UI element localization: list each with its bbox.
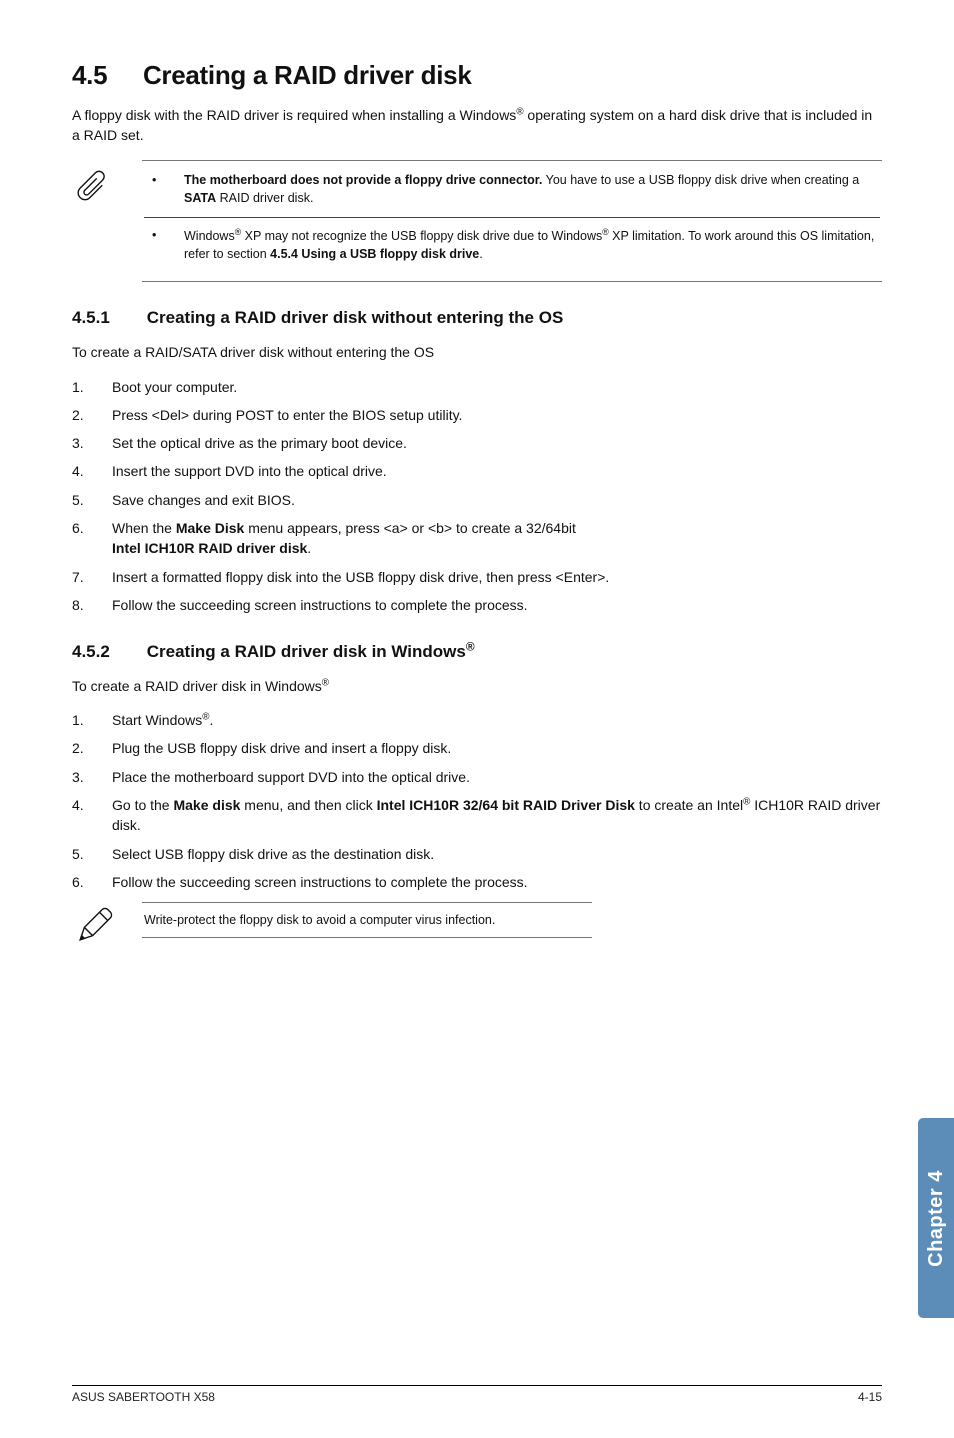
note-bullet-2: • Windows® XP may not recognize the USB … (144, 226, 880, 263)
section-number: 4.5 (72, 60, 107, 90)
sub2-steps: 1.Start Windows®. 2.Plug the USB floppy … (72, 710, 882, 892)
sub2-title: Creating a RAID driver disk in Windows® (147, 642, 475, 661)
note1-bold-lead: The motherboard does not provide a flopp… (184, 173, 542, 187)
subsection-1-heading: 4.5.1 Creating a RAID driver disk withou… (72, 308, 882, 328)
section-title: Creating a RAID driver disk (143, 60, 472, 90)
sub1-step-8: Follow the succeeding screen instruction… (112, 595, 882, 615)
note1-rest: You have to use a USB floppy disk drive … (542, 173, 859, 187)
sub1-lead: To create a RAID/SATA driver disk withou… (72, 342, 882, 362)
note1-bold-mid: SATA (184, 191, 216, 205)
page-footer: ASUS SABERTOOTH X58 4-15 (72, 1385, 882, 1404)
sub2-step-5: Select USB floppy disk drive as the dest… (112, 844, 882, 864)
paperclip-icon (72, 160, 142, 215)
footer-right: 4-15 (858, 1390, 882, 1404)
sub2-number: 4.5.2 (72, 642, 110, 661)
note-bullet-1: • The motherboard does not provide a flo… (144, 171, 880, 207)
section-heading: 4.5 Creating a RAID driver disk (72, 60, 882, 91)
sub2-step-2: Plug the USB floppy disk drive and inser… (112, 738, 882, 758)
sub1-step-5: Save changes and exit BIOS. (112, 490, 882, 510)
sub1-title: Creating a RAID driver disk without ente… (147, 308, 564, 327)
sub2-step-4: Go to the Make disk menu, and then click… (112, 795, 882, 836)
sub1-step-2: Press <Del> during POST to enter the BIO… (112, 405, 882, 425)
chapter-side-tab: Chapter 4 (918, 1118, 954, 1318)
subsection-2-heading: 4.5.2 Creating a RAID driver disk in Win… (72, 639, 882, 662)
sub2-lead: To create a RAID driver disk in Windows® (72, 676, 882, 696)
footer-left: ASUS SABERTOOTH X58 (72, 1390, 215, 1404)
tip-box: Write-protect the floppy disk to avoid a… (72, 902, 882, 953)
sub2-step-1: Start Windows®. (112, 710, 882, 730)
sub1-step-3: Set the optical drive as the primary boo… (112, 433, 882, 453)
sub1-step-6: When the Make Disk menu appears, press <… (112, 518, 882, 559)
tip-text: Write-protect the floppy disk to avoid a… (142, 902, 592, 938)
sub1-steps: 1.Boot your computer. 2.Press <Del> duri… (72, 377, 882, 616)
note2-bold-tail: 4.5.4 Using a USB floppy disk drive (270, 247, 479, 261)
sub1-number: 4.5.1 (72, 308, 110, 327)
sub2-step-6: Follow the succeeding screen instruction… (112, 872, 882, 892)
note-box: • The motherboard does not provide a flo… (72, 160, 882, 283)
side-tab-label: Chapter 4 (925, 1170, 948, 1267)
note1-rest2: RAID driver disk. (216, 191, 313, 205)
sub1-step-7: Insert a formatted floppy disk into the … (112, 567, 882, 587)
sub2-step-3: Place the motherboard support DVD into t… (112, 767, 882, 787)
note2-post: . (479, 247, 482, 261)
pencil-icon (72, 902, 142, 953)
intro-paragraph: A floppy disk with the RAID driver is re… (72, 105, 882, 146)
sub1-step-4: Insert the support DVD into the optical … (112, 461, 882, 481)
sub1-step-1: Boot your computer. (112, 377, 882, 397)
